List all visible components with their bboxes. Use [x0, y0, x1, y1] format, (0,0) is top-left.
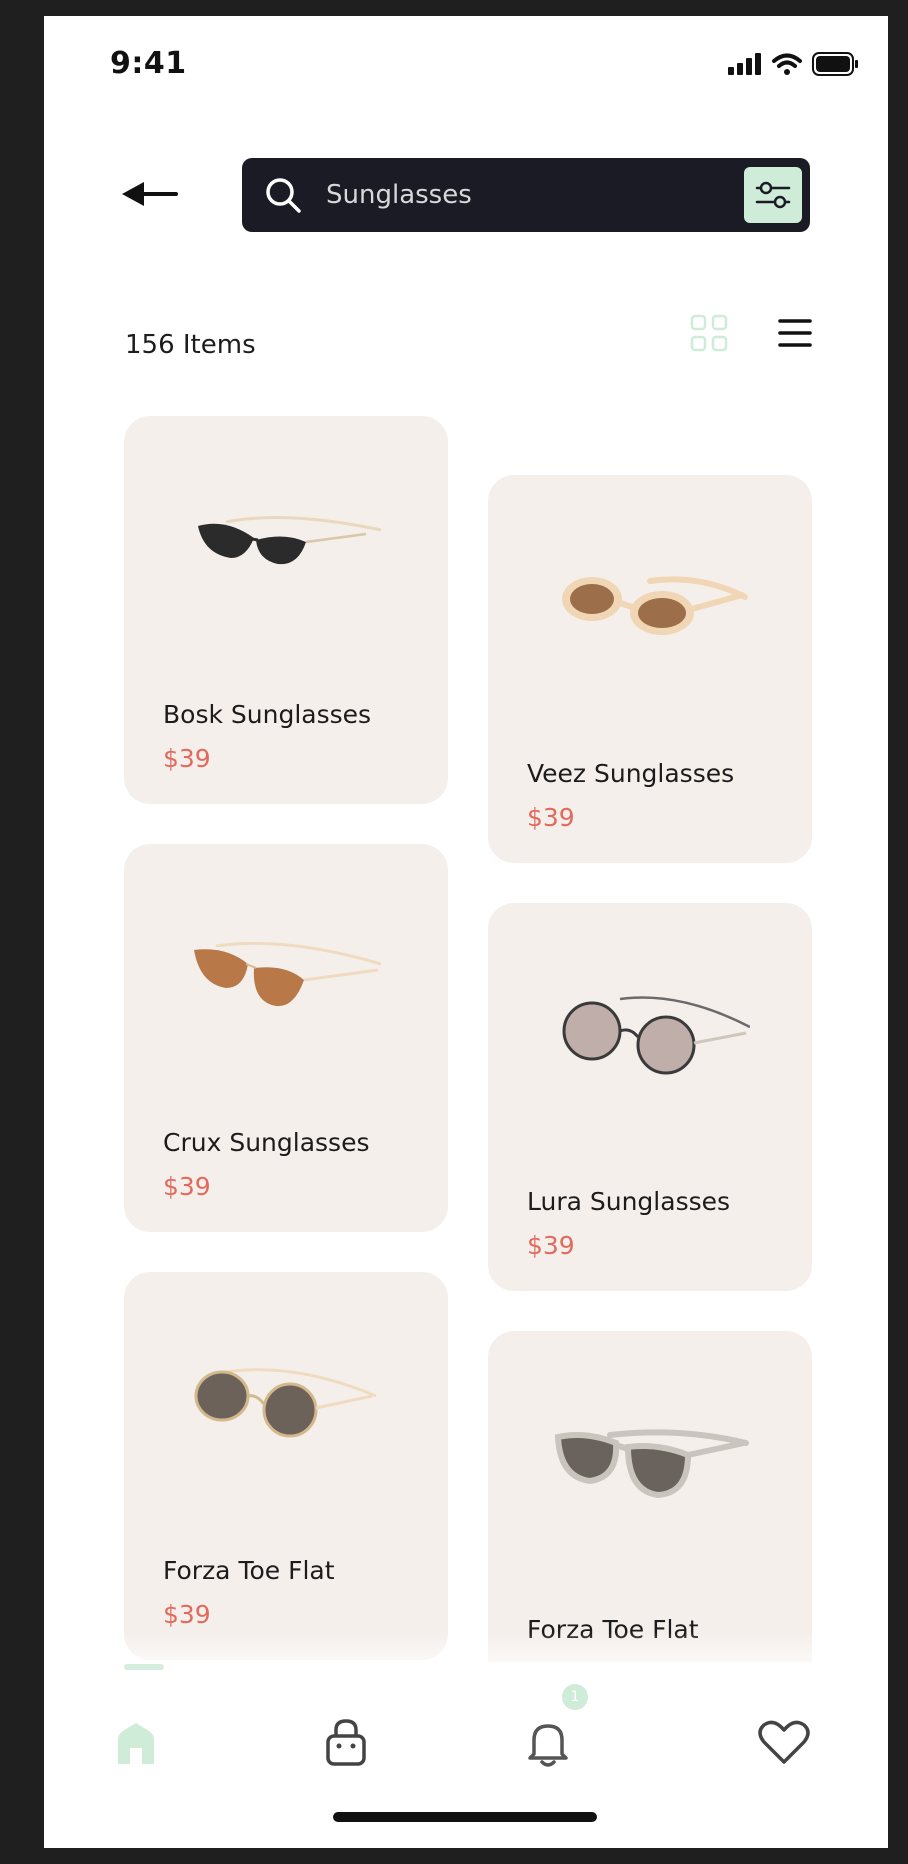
product-card[interactable]: Veez Sunglasses $39	[488, 475, 812, 863]
product-card[interactable]: Crux Sunglasses $39	[124, 844, 448, 1232]
filter-button[interactable]	[744, 167, 802, 223]
bell-icon	[528, 1724, 568, 1767]
status-time: 9:41	[110, 46, 187, 81]
bag-icon	[326, 1719, 366, 1766]
product-price: $39	[163, 1600, 211, 1629]
rounded-sunglasses-image	[194, 1368, 377, 1438]
nav-favorites-button[interactable]	[758, 1720, 818, 1780]
arrow-left-icon	[122, 182, 178, 206]
active-tab-indicator	[124, 1664, 164, 1670]
nav-home-button[interactable]	[114, 1720, 174, 1780]
product-name: Lura Sunglasses	[527, 1187, 731, 1216]
product-name: Forza Toe Flat	[163, 1556, 335, 1585]
phone-screen: 9:41 Sunglasses 156 Items Bosk Sunglasse…	[44, 16, 888, 1848]
notification-badge: 1	[562, 1684, 588, 1710]
status-icons	[728, 52, 858, 76]
product-price: $39	[163, 1172, 211, 1201]
nav-bag-button[interactable]	[324, 1718, 384, 1778]
product-price: $39	[527, 1231, 575, 1260]
signal-icon	[728, 53, 761, 75]
square-sunglasses-image	[554, 1429, 749, 1499]
product-name: Veez Sunglasses	[527, 759, 735, 788]
product-price: $39	[527, 803, 575, 832]
menu-icon	[778, 319, 812, 347]
items-count: 156 Items	[125, 330, 256, 360]
product-card[interactable]: Bosk Sunglasses $39	[124, 416, 448, 804]
sliders-icon	[755, 181, 791, 209]
oval-sunglasses-image	[562, 576, 748, 635]
nav-notifications-button[interactable]	[526, 1718, 586, 1778]
grid-icon	[690, 314, 728, 352]
aviator-sunglasses-image	[194, 941, 382, 1007]
home-icon	[118, 1723, 154, 1764]
product-price: $39	[163, 744, 211, 773]
back-button[interactable]	[122, 176, 182, 216]
home-indicator	[333, 1812, 597, 1822]
heart-icon	[758, 1720, 810, 1764]
battery-icon	[812, 52, 858, 76]
list-view-button[interactable]	[778, 318, 812, 348]
grid-view-button[interactable]	[690, 314, 728, 352]
cat-eye-sunglasses-image	[198, 516, 382, 565]
search-bar	[242, 158, 810, 232]
product-name: Crux Sunglasses	[163, 1128, 370, 1157]
search-icon	[266, 178, 301, 213]
wifi-icon	[772, 53, 802, 75]
round-sunglasses-image	[562, 996, 750, 1075]
search-input[interactable]	[326, 172, 726, 218]
product-card[interactable]: Lura Sunglasses $39	[488, 903, 812, 1291]
product-name: Bosk Sunglasses	[163, 700, 372, 729]
product-card[interactable]: Forza Toe Flat $39	[124, 1272, 448, 1660]
